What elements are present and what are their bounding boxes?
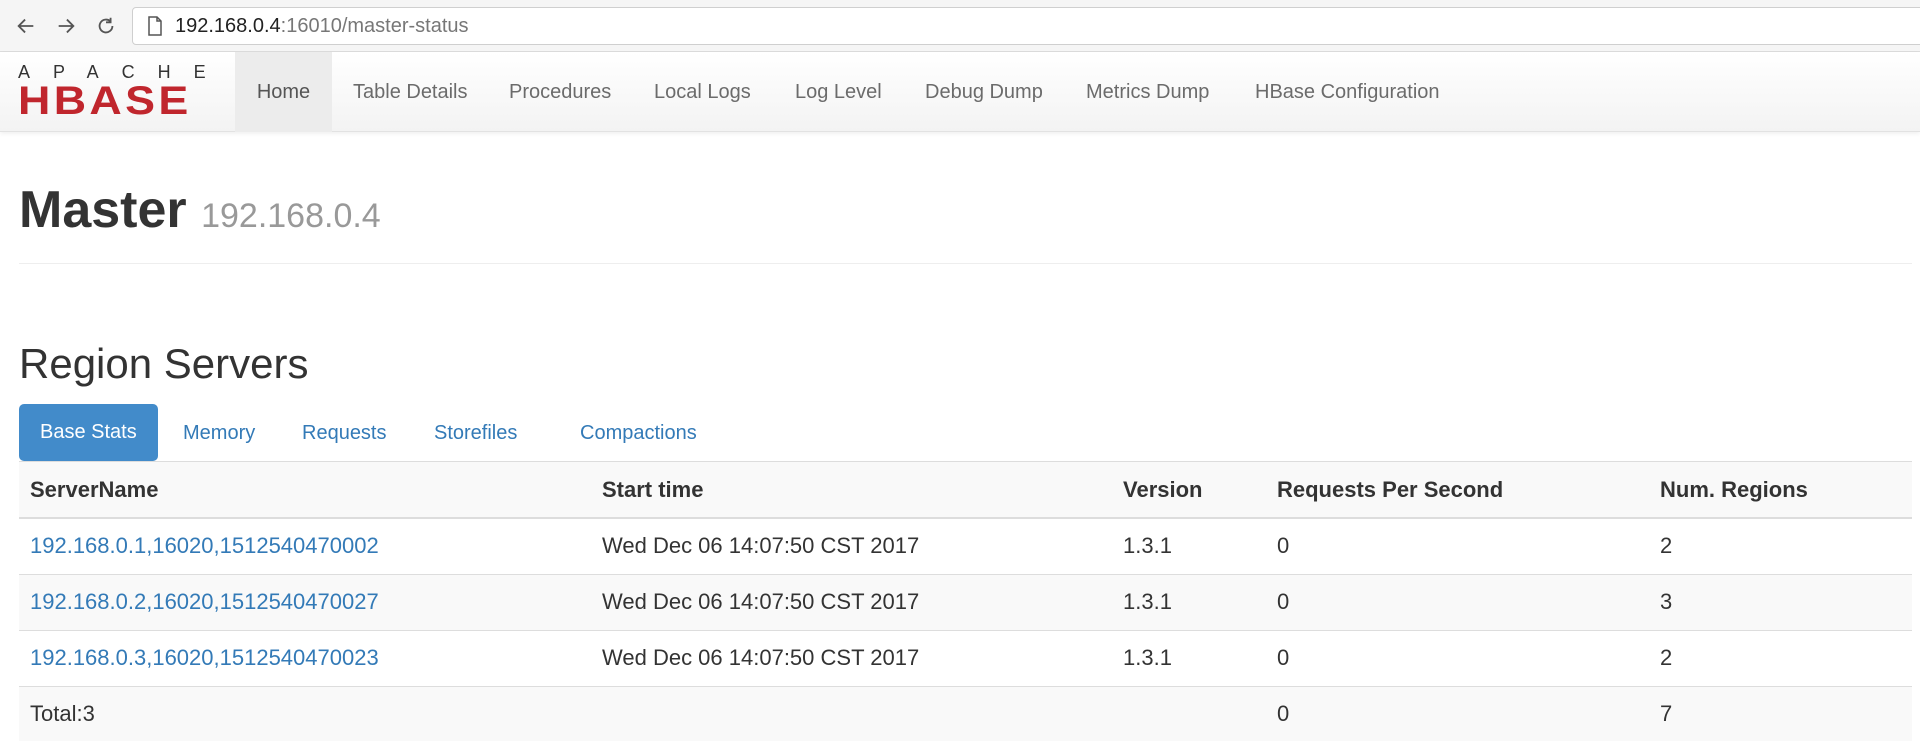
version-cell: 1.3.1	[1112, 573, 1266, 630]
table-total-row: Total:3 0 7	[19, 685, 1912, 741]
region-servers-tabs: Base Stats Memory Requests Storefiles Co…	[19, 404, 1912, 462]
empty-cell	[1112, 685, 1266, 741]
page-header: Master 192.168.0.4	[19, 180, 1912, 264]
page-subtitle: 192.168.0.4	[201, 197, 381, 235]
region-servers-heading: Region Servers	[19, 340, 309, 387]
requests-cell: 0	[1266, 573, 1649, 630]
url-path: :16010/master-status	[280, 14, 469, 37]
nav-metrics-dump[interactable]: Metrics Dump	[1065, 52, 1230, 132]
arrow-right-icon	[58, 18, 75, 34]
browser-toolbar: 192.168.0.4:16010/master-status	[0, 0, 1920, 52]
tab-storefiles[interactable]: Storefiles	[413, 404, 538, 462]
table-row: 192.168.0.3,16020,1512540470023 Wed Dec …	[19, 629, 1912, 686]
version-cell: 1.3.1	[1112, 517, 1266, 574]
nav-log-level[interactable]: Log Level	[774, 52, 903, 132]
total-label-cell: Total:3	[19, 685, 591, 741]
arrow-left-icon	[17, 18, 34, 34]
column-header[interactable]: ServerName	[19, 462, 591, 519]
regions-cell: 2	[1649, 629, 1912, 686]
total-regions-cell: 7	[1649, 685, 1912, 741]
address-bar[interactable]: 192.168.0.4:16010/master-status	[132, 7, 1920, 45]
region-servers-table: ServerName Start time Version Requests P…	[19, 462, 1912, 741]
url-host: 192.168.0.4	[175, 14, 281, 37]
server-link[interactable]: 192.168.0.2,16020,1512540470027	[30, 589, 379, 614]
regions-cell: 2	[1649, 517, 1912, 574]
nav-debug-dump[interactable]: Debug Dump	[904, 52, 1064, 132]
table-row: 192.168.0.1,16020,1512540470002 Wed Dec …	[19, 517, 1912, 574]
page-title: Master	[19, 181, 187, 239]
column-header[interactable]: Num. Regions	[1649, 462, 1912, 519]
column-header[interactable]: Version	[1112, 462, 1266, 519]
column-header[interactable]: Start time	[591, 462, 1112, 519]
start-time-cell: Wed Dec 06 14:07:50 CST 2017	[591, 573, 1112, 630]
top-navbar: APACHE HBASE Home Table Details Procedur…	[0, 52, 1920, 132]
server-name-cell: 192.168.0.2,16020,1512540470027	[19, 573, 591, 630]
reload-icon	[98, 17, 114, 34]
column-header[interactable]: Requests Per Second	[1266, 462, 1649, 519]
table-row: 192.168.0.2,16020,1512540470027 Wed Dec …	[19, 573, 1912, 630]
table-header-row: ServerName Start time Version Requests P…	[19, 462, 1912, 519]
tab-base-stats[interactable]: Base Stats	[19, 404, 158, 461]
nav-hbase-configuration[interactable]: HBase Configuration	[1234, 52, 1461, 132]
forward-button[interactable]	[50, 10, 82, 42]
tab-requests[interactable]: Requests	[281, 404, 408, 462]
server-link[interactable]: 192.168.0.3,16020,1512540470023	[30, 645, 379, 670]
empty-cell	[591, 685, 1112, 741]
server-name-cell: 192.168.0.1,16020,1512540470002	[19, 517, 591, 574]
start-time-cell: Wed Dec 06 14:07:50 CST 2017	[591, 629, 1112, 686]
tab-compactions[interactable]: Compactions	[559, 404, 718, 462]
nav-procedures[interactable]: Procedures	[488, 52, 632, 132]
nav-table-details[interactable]: Table Details	[332, 52, 489, 132]
nav-local-logs[interactable]: Local Logs	[633, 52, 772, 132]
requests-cell: 0	[1266, 629, 1649, 686]
hbase-logo[interactable]: APACHE HBASE	[18, 62, 216, 121]
nav-home[interactable]: Home	[235, 52, 332, 132]
start-time-cell: Wed Dec 06 14:07:50 CST 2017	[591, 517, 1112, 574]
total-requests-cell: 0	[1266, 685, 1649, 741]
tab-memory[interactable]: Memory	[162, 404, 276, 462]
logo-hbase-text: HBASE	[18, 79, 192, 123]
back-button[interactable]	[10, 10, 42, 42]
server-name-cell: 192.168.0.3,16020,1512540470023	[19, 629, 591, 686]
requests-cell: 0	[1266, 517, 1649, 574]
regions-cell: 3	[1649, 573, 1912, 630]
version-cell: 1.3.1	[1112, 629, 1266, 686]
page-icon	[148, 16, 162, 36]
server-link[interactable]: 192.168.0.1,16020,1512540470002	[30, 533, 379, 558]
reload-button[interactable]	[90, 10, 122, 42]
